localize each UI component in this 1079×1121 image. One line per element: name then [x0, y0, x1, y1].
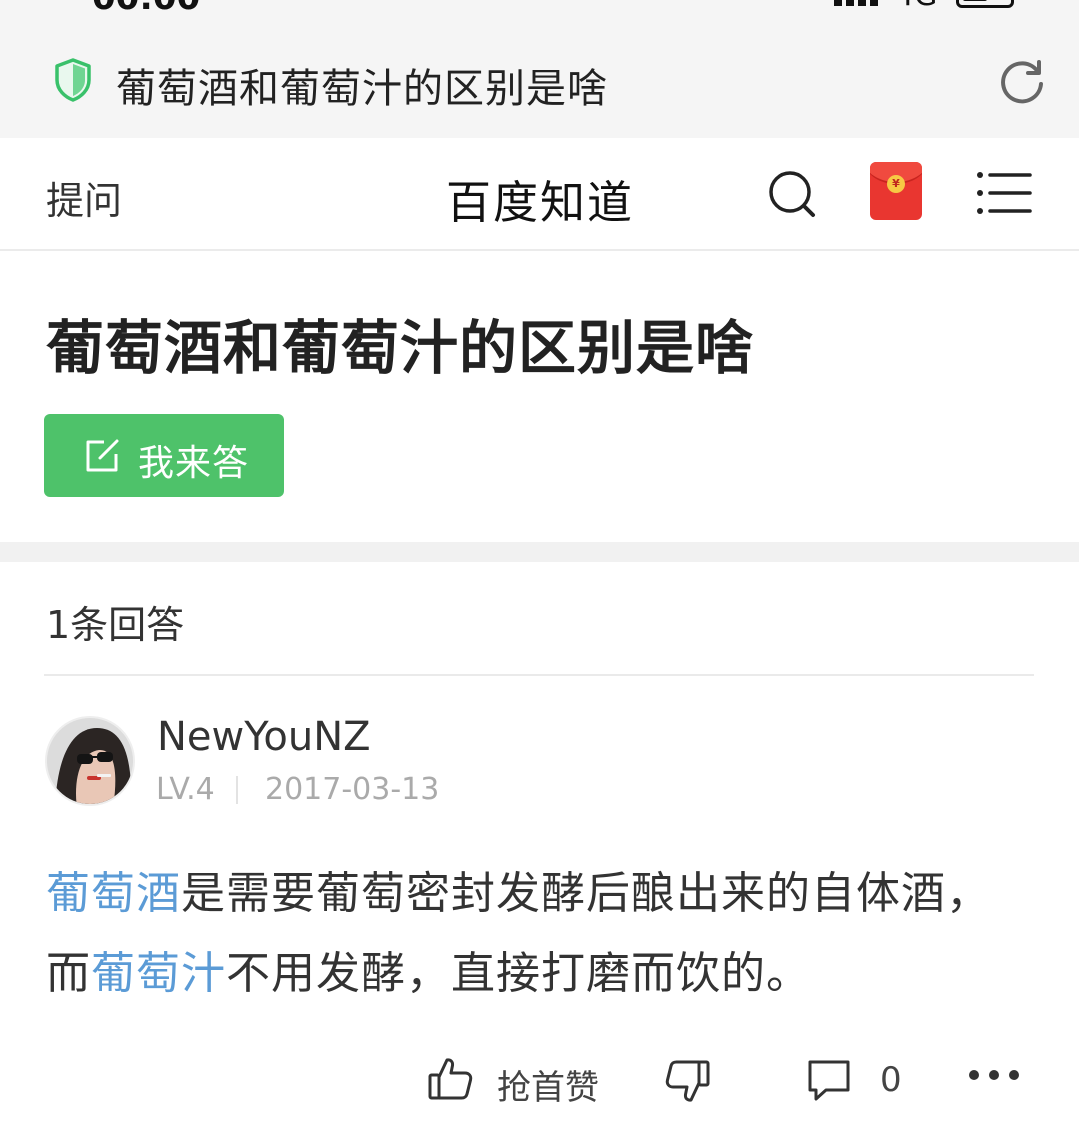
reload-icon[interactable]: [998, 56, 1048, 106]
divider: [44, 674, 1034, 676]
thumbs-down-icon[interactable]: [664, 1058, 710, 1104]
section-divider: [0, 542, 1079, 562]
avatar-image: [47, 718, 133, 804]
answer-count: 1条回答: [46, 603, 185, 647]
signal-icon: [834, 0, 878, 6]
keyword-link[interactable]: 葡萄汁: [91, 948, 226, 999]
site-logo[interactable]: 百度知道: [446, 166, 634, 231]
comment-count: 0: [880, 1060, 902, 1100]
page-title-in-address-bar: 葡萄酒和葡萄汁的区别是啥: [116, 66, 608, 112]
answer-content: 葡萄酒是需要葡萄密封发酵后酿出来的自体酒， 而葡萄汁不用发酵，直接打磨而饮的。: [46, 854, 1036, 1014]
thumbs-up-icon[interactable]: [428, 1056, 474, 1102]
author-name[interactable]: NewYouNZ: [157, 714, 371, 760]
more-icon[interactable]: [968, 1068, 1020, 1082]
answer-text-part: 是需要葡萄密封发酵后酿出来的自体酒，: [181, 868, 991, 919]
search-icon[interactable]: [766, 168, 818, 220]
comment-icon[interactable]: [806, 1058, 852, 1102]
author-level: LV.4: [156, 772, 215, 807]
menu-icon[interactable]: [976, 170, 1032, 216]
answer-actions: 抢首赞 0: [0, 1052, 1079, 1112]
answer-date: 2017-03-13: [265, 772, 440, 807]
battery-icon: [956, 0, 1014, 8]
red-packet-coin: ¥: [887, 175, 905, 193]
question-title: 葡萄酒和葡萄汁的区别是啥: [46, 314, 755, 382]
red-packet-icon[interactable]: ¥: [870, 162, 922, 220]
answer-button-label: 我来答: [138, 443, 250, 484]
keyword-link[interactable]: 葡萄酒: [46, 868, 181, 919]
site-header: 提问 百度知道 ¥: [0, 138, 1079, 251]
ask-question-link[interactable]: 提问: [46, 170, 122, 225]
like-button-label[interactable]: 抢首赞: [497, 1060, 599, 1109]
answer-text-part: 不用发酵，直接打磨而饮的。: [226, 948, 811, 999]
answer-button[interactable]: 我来答: [44, 414, 284, 497]
browser-address-bar[interactable]: 葡萄酒和葡萄汁的区别是啥: [0, 14, 1079, 138]
meta-separator: [236, 776, 238, 804]
answer-text-part: 而: [46, 948, 91, 999]
question-section: 葡萄酒和葡萄汁的区别是啥 我来答: [0, 251, 1079, 542]
edit-icon: [86, 439, 119, 472]
shield-icon: [55, 58, 91, 102]
avatar[interactable]: [45, 716, 135, 806]
status-bar: 00:00 4G: [0, 0, 1079, 14]
network-type: 4G: [895, 0, 937, 13]
answers-section: 1条回答 NewYouNZ LV.4 2017-03-13 葡萄酒是需要葡萄密封…: [0, 562, 1079, 1121]
status-time: 00:00: [92, 0, 200, 14]
